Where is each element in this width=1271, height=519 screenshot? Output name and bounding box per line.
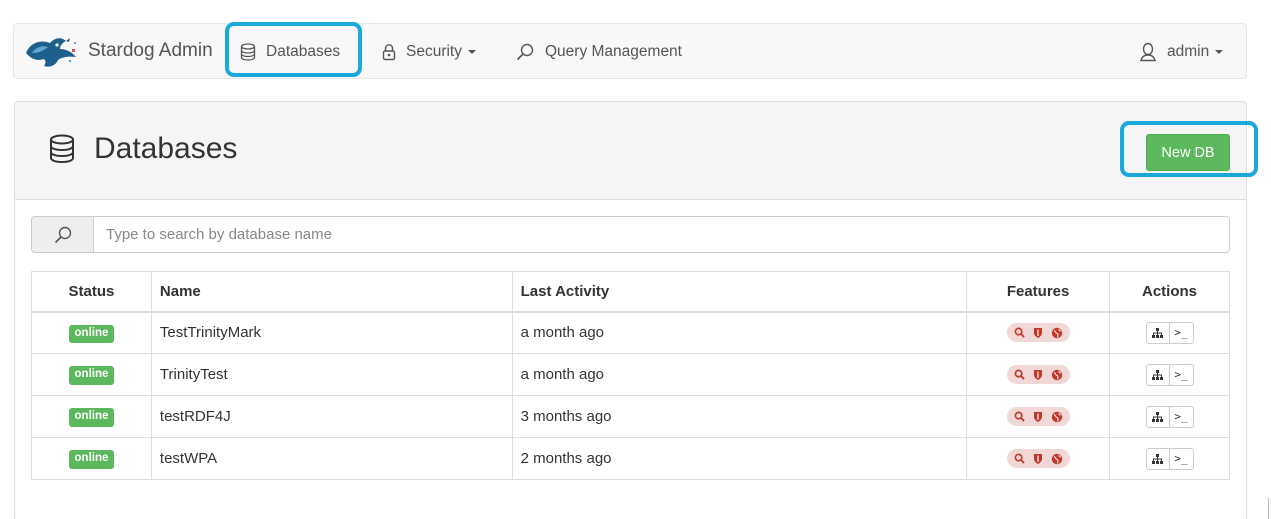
action-buttons: >_: [1145, 405, 1194, 428]
search-icon: [1012, 367, 1027, 382]
table-row[interactable]: online TrinityTest a month ago >_: [31, 353, 1230, 396]
search-icon: [516, 43, 534, 61]
stardog-logo-icon: [26, 38, 76, 67]
feature-icons: [1006, 365, 1070, 384]
status-badge: online: [68, 408, 115, 427]
action-buttons: >_: [1145, 447, 1194, 470]
feature-icons: [1006, 323, 1070, 343]
column-header-actions: Actions: [1109, 271, 1230, 313]
table-row[interactable]: online testRDF4J 3 months ago >_: [31, 395, 1230, 438]
globe-icon: [1050, 451, 1065, 466]
globe-icon: [1050, 367, 1065, 382]
search-icon: [54, 226, 71, 243]
status-cell: online: [31, 437, 152, 480]
shield-icon: [1031, 367, 1046, 382]
page-title-text: Databases: [94, 132, 238, 165]
terminal-icon: >_: [1174, 326, 1188, 340]
actions-cell: >_: [1109, 311, 1230, 354]
brand[interactable]: Stardog Admin: [22, 34, 213, 68]
nav-security[interactable]: Security: [382, 24, 476, 80]
terminal-icon: >_: [1174, 410, 1188, 423]
column-header-features: Features: [966, 271, 1111, 313]
globe-icon: [1050, 325, 1065, 340]
nav-query-management-label: Query Management: [545, 43, 682, 60]
nav-security-label: Security: [406, 43, 462, 60]
status-badge: online: [68, 324, 115, 343]
browse-button[interactable]: [1145, 405, 1170, 428]
column-header-status[interactable]: Status: [31, 271, 152, 313]
new-db-highlight: [1120, 121, 1258, 177]
last-activity: 3 months ago: [511, 395, 968, 438]
navbar: Stardog Admin Databases Security Query M…: [13, 23, 1247, 79]
features-cell: [966, 311, 1111, 354]
browse-button[interactable]: [1145, 363, 1170, 386]
query-console-button[interactable]: >_: [1169, 321, 1194, 344]
terminal-icon: >_: [1174, 368, 1188, 381]
shield-icon: [1031, 409, 1046, 424]
query-console-button[interactable]: >_: [1169, 405, 1194, 428]
search-addon: [32, 217, 94, 252]
panel-heading: Databases New DB: [15, 102, 1246, 200]
features-cell: [966, 395, 1111, 438]
actions-cell: >_: [1109, 353, 1230, 396]
status-cell: online: [31, 395, 152, 438]
caret-down-icon: [1215, 50, 1224, 54]
last-activity: a month ago: [511, 311, 968, 354]
feature-icons: [1006, 407, 1070, 426]
last-activity: 2 months ago: [511, 437, 968, 480]
status-cell: online: [31, 311, 152, 354]
search-icon: [1012, 409, 1027, 424]
browse-button[interactable]: [1145, 321, 1170, 344]
query-console-button[interactable]: >_: [1169, 447, 1194, 470]
database-name[interactable]: TrinityTest: [150, 353, 513, 396]
database-name[interactable]: testRDF4J: [150, 395, 513, 438]
page-title: Databases: [48, 132, 237, 166]
lock-icon: [382, 44, 396, 61]
last-activity: a month ago: [511, 353, 968, 396]
column-header-last-activity[interactable]: Last Activity: [511, 271, 968, 313]
divider: [1268, 498, 1269, 519]
database-icon: [50, 134, 74, 164]
status-cell: online: [31, 353, 152, 396]
shield-icon: [1031, 451, 1046, 466]
feature-icons: [1006, 449, 1070, 468]
brand-title: Stardog Admin: [88, 40, 213, 61]
sitemap-icon: [1152, 453, 1164, 464]
user-menu[interactable]: admin: [1139, 24, 1224, 80]
nav-query-management[interactable]: Query Management: [515, 24, 682, 80]
actions-cell: >_: [1109, 395, 1230, 438]
column-header-name[interactable]: Name: [150, 271, 513, 313]
databases-table: Status Name Last Activity Features Actio…: [31, 271, 1230, 480]
actions-cell: >_: [1109, 437, 1230, 480]
database-search-input[interactable]: [94, 217, 1229, 252]
databases-nav-highlight: [225, 22, 362, 77]
browse-button[interactable]: [1145, 447, 1170, 470]
query-console-button[interactable]: >_: [1169, 363, 1194, 386]
features-cell: [966, 437, 1111, 480]
database-name[interactable]: testWPA: [150, 437, 513, 480]
search-bar: [31, 216, 1230, 253]
sitemap-icon: [1152, 327, 1164, 338]
database-name[interactable]: TestTrinityMark: [150, 311, 513, 354]
status-badge: online: [68, 450, 115, 469]
search-icon: [1012, 325, 1027, 340]
sitemap-icon: [1152, 411, 1164, 422]
user-icon: [1140, 42, 1156, 62]
search-icon: [1012, 451, 1027, 466]
table-header-row: Status Name Last Activity Features Actio…: [31, 271, 1230, 313]
globe-icon: [1050, 409, 1065, 424]
action-buttons: >_: [1145, 321, 1194, 344]
features-cell: [966, 353, 1111, 396]
shield-icon: [1031, 325, 1046, 340]
sitemap-icon: [1152, 369, 1164, 380]
user-menu-label: admin: [1167, 43, 1210, 60]
caret-down-icon: [468, 50, 476, 54]
status-badge: online: [68, 366, 115, 385]
terminal-icon: >_: [1174, 452, 1188, 465]
table-body: online TestTrinityMark a month ago >_ on…: [31, 311, 1230, 480]
table-row[interactable]: online testWPA 2 months ago >_: [31, 437, 1230, 480]
table-row[interactable]: online TestTrinityMark a month ago >_: [31, 311, 1230, 354]
action-buttons: >_: [1145, 363, 1194, 386]
